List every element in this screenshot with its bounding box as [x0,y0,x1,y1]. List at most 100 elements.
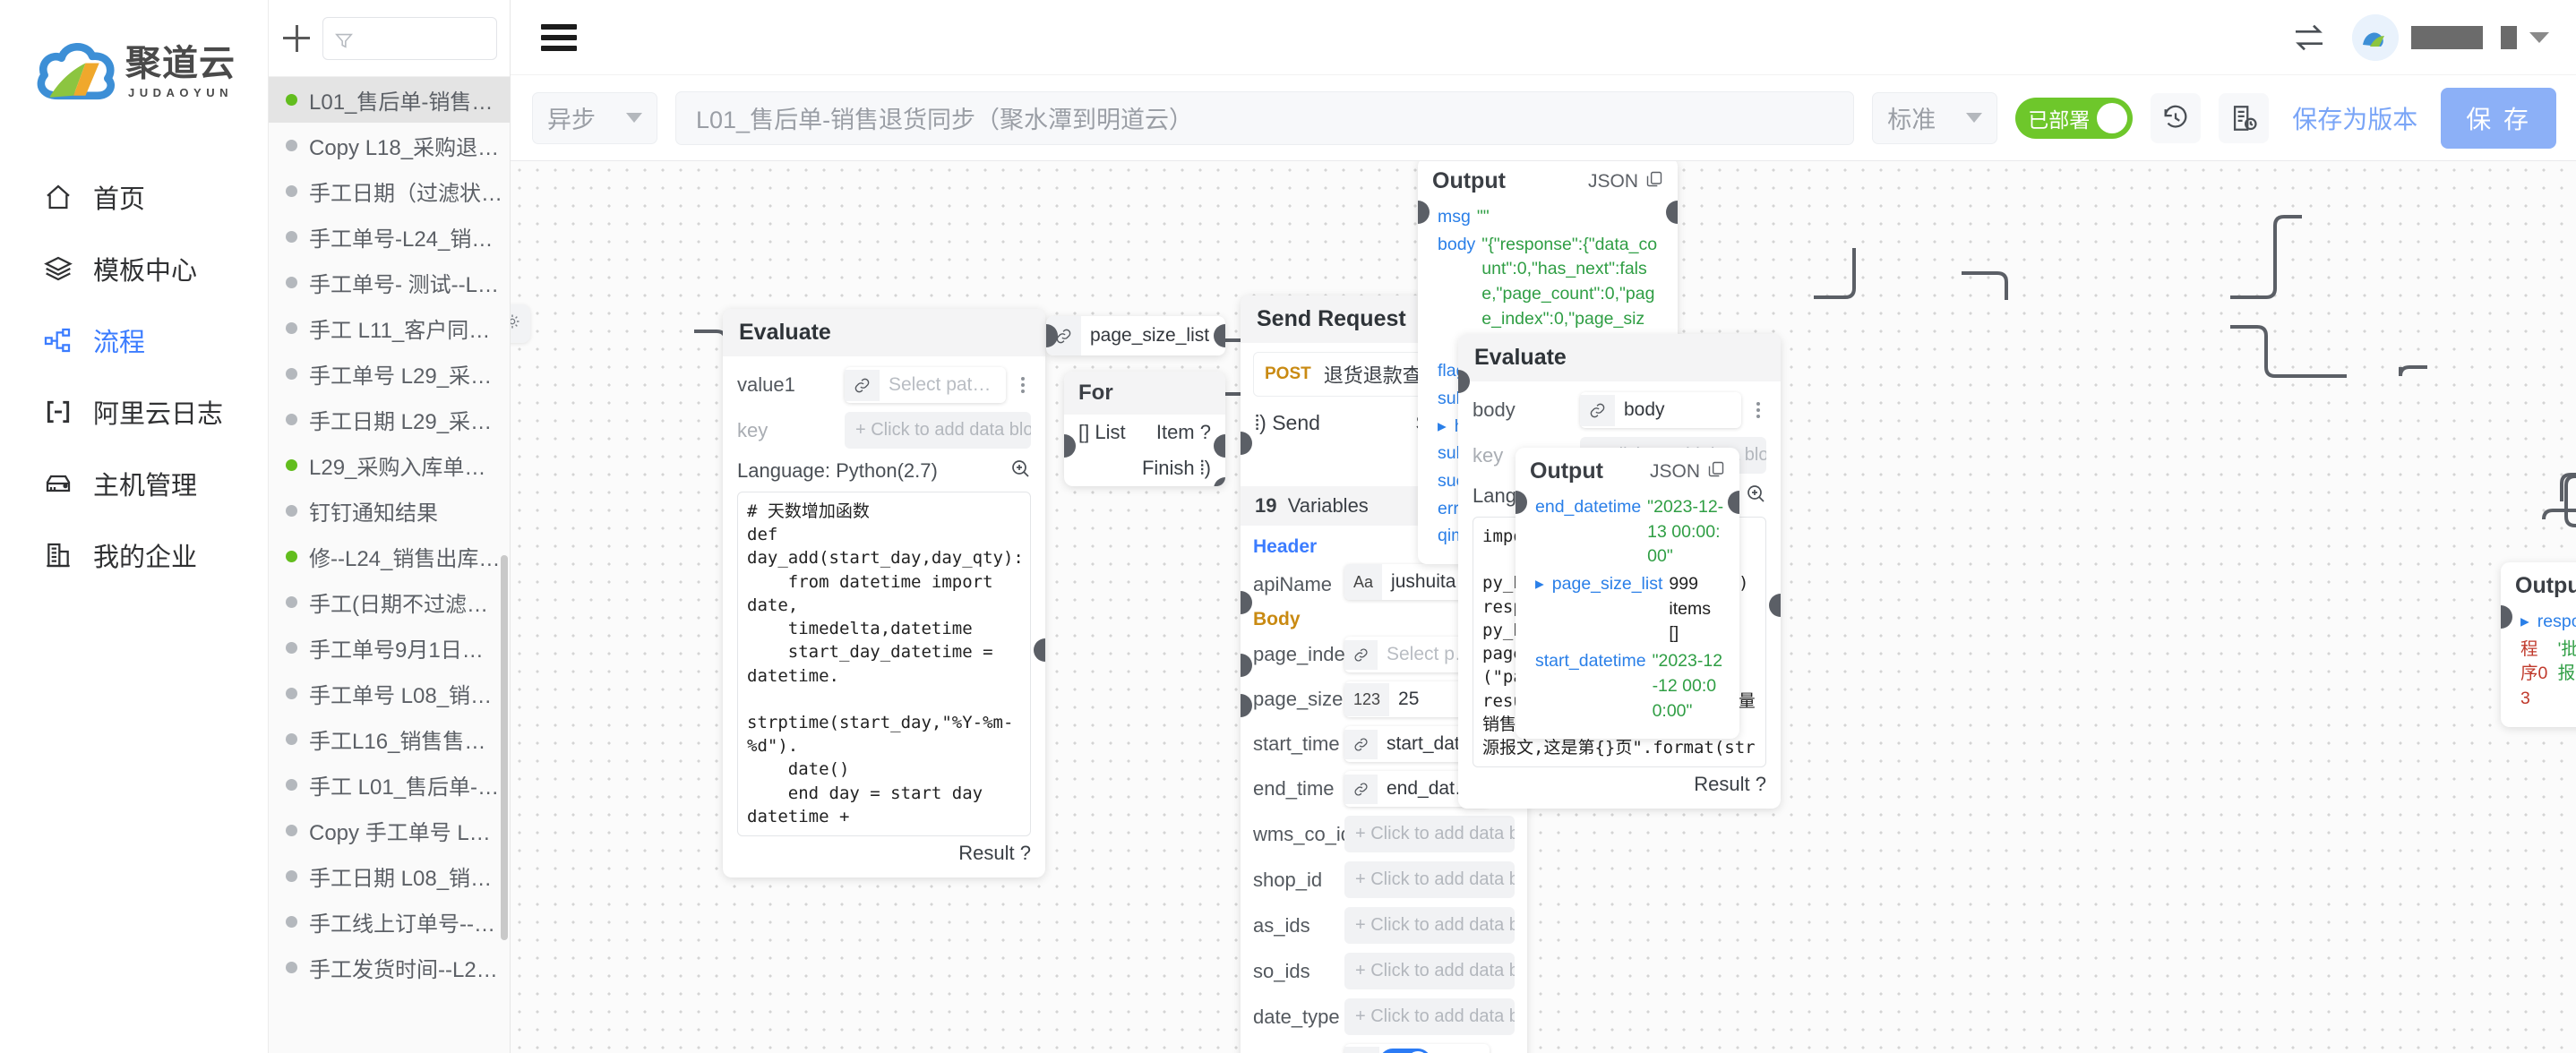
more-options-icon[interactable] [1750,402,1766,418]
json-value: "2023-12-13 00:00:00" [1647,497,1724,567]
flow-filter-input[interactable] [354,28,485,48]
expand-arrow-icon[interactable]: ▸ [1438,415,1447,440]
node-output-middle[interactable]: Output JSON end_datetime "2023-12-13 00:0… [1516,448,1739,740]
sidebar-item-template-center[interactable]: 模板中心 [0,233,268,304]
avatar [2352,13,2399,61]
save-version-button[interactable]: 保存为版本 [2287,100,2423,136]
add-data-blocks-button[interactable]: + Click to add data blocks [1344,816,1515,852]
code-editor-left[interactable]: # 天数增加函数 def day_add(start_day,day_qty):… [737,492,1031,837]
sidebar-item-flow[interactable]: 流程 [0,304,268,376]
flow-list-item[interactable]: Copy L18_采购退货单同步（… [269,123,510,168]
flow-canvas[interactable]: Evaluate value1 Select path... key + Cli… [511,161,2576,1053]
sidebar-item-my-enterprise[interactable]: 我的企业 [0,519,268,591]
flow-list-item[interactable]: Copy 手工单号 L29_采购入库… [269,808,510,853]
transfer-icon[interactable] [2289,18,2329,57]
flow-list-item-label: 钉钉通知结果 [309,501,438,526]
flow-list-item[interactable]: 手工单号9月1日之前- 测试--L1… [269,625,510,671]
flow-list[interactable]: L01_售后单-销售退货同步（聚… Copy L18_采购退货单同步（… 手工日期（… [269,77,510,1053]
flow-list-item[interactable]: 手工单号- 测试--L14_采购订单… [269,260,510,305]
flow-list-item-label: Copy L18_采购退货单同步（… [309,136,502,160]
json-key: page_size_list [1551,574,1663,595]
copy-icon[interactable] [1707,460,1725,484]
flow-list-item[interactable]: 手工(日期不过滤状态)- 测试--L… [269,579,510,625]
flow-list-item[interactable]: 手工日期（过滤状态）--L14_… [269,168,510,214]
add-data-blocks-button[interactable]: + Click to add data blocks [1344,861,1515,898]
flow-list-item[interactable]: 手工 L01_售后单-销售退货同… [269,762,510,808]
more-options-icon[interactable] [1015,377,1031,393]
hamburger-icon[interactable] [541,23,577,51]
flow-list-item[interactable]: 手工单号 L08_销售出库同步（… [269,671,510,716]
flow-list-item[interactable]: 手工L16_销售售后单（明道云… [269,716,510,762]
flow-filter-box[interactable] [322,16,497,60]
node-for-left[interactable]: For [] List Item ? Finish ⦙) [1064,372,1225,486]
node-evaluate-left[interactable]: Evaluate value1 Select path... key + Cli… [723,309,1045,878]
flow-list-item[interactable]: L01_售后单-销售退货同步（聚… [269,77,510,123]
node-title: For [1064,372,1225,415]
add-flow-button[interactable] [283,24,310,52]
is_get_total-field[interactable]: True [1344,1044,1490,1053]
zoom-in-icon[interactable] [1745,483,1766,509]
flow-list-item[interactable]: 手工日期 L08_销售出库同步（… [269,853,510,899]
home-icon [43,182,73,212]
is_get_total-toggle[interactable] [1379,1049,1431,1053]
sidebar-item-host-management[interactable]: 主机管理 [0,448,268,519]
for-item-label: Item ? [1155,421,1211,443]
flow-list-item-label: 手工 L01_售后单-销售退货同… [309,775,502,800]
status-dot [286,368,297,380]
status-dot [286,916,297,928]
send-label: ⦙) Send [1255,411,1320,434]
save-button[interactable]: 保 存 [2441,87,2556,149]
sidebar-item-label: 流程 [93,329,146,357]
node-stub-left[interactable] [511,304,530,343]
deploy-toggle[interactable]: 已部署 [2015,97,2134,139]
funnel-icon [334,29,354,48]
add-data-blocks-button[interactable]: + Click to add data blocks [1344,998,1515,1035]
flow-list-item[interactable]: 手工日期 L29_采购入库单同步… [269,397,510,442]
add-data-blocks-button[interactable]: + Click to add data blocks [845,412,1031,449]
body-field[interactable]: body [1580,392,1741,428]
field-label: end_time [1253,777,1335,800]
brand-logo[interactable]: 聚道云 JUDAOYUN [0,0,268,134]
for-list-label: [] List [1078,421,1126,443]
chevron-down-icon[interactable] [2529,31,2549,43]
flow-list-item[interactable]: 手工 L11_客户同步 （明道云… [269,305,510,351]
node-output-bottom[interactable]: Output JSON ▸response5 keys () 程序03'批量销售… [2501,562,2576,727]
flow-list-item-label: L29_采购入库单同步关联采购… [309,456,502,480]
flow-list-item[interactable]: 手工线上订单号--L24_销售出… [269,899,510,945]
flow-list-item[interactable]: 钉钉通知结果 [269,488,510,534]
app-root: 聚道云 JUDAOYUN 首页 模板中心 流程 阿里云日志 主机管理 我的企业 … [0,0,2576,1053]
history-icon[interactable] [2151,92,2202,143]
mode-select[interactable]: 异步 [532,91,657,144]
user-menu[interactable] [2352,13,2549,61]
field-label: date_type [1253,1005,1340,1028]
for-finish-label: Finish ⦙) [1141,457,1211,479]
status-dot [286,825,297,836]
flow-list-item[interactable]: 手工单号-L24_销售出库单（明… [269,214,510,260]
toggle-knob [2097,102,2128,133]
is_get_total-value: True [1431,1044,1487,1053]
language-select[interactable]: Language: Python(2.7) [737,459,938,483]
flow-list-panel: L01_售后单-销售退货同步（聚… Copy L18_采购退货单同步（… 手工日期（… [269,0,511,1053]
flow-title-input[interactable] [675,90,1855,145]
expand-arrow-icon[interactable]: ▸ [1535,572,1544,646]
add-data-blocks-button[interactable]: + Click to add data blocks [1344,953,1515,989]
log-icon[interactable] [2219,92,2270,143]
value1-field[interactable]: Select path... [845,367,1006,403]
flow-list-item[interactable]: L29_采购入库单同步关联采购… [269,442,510,488]
flow-list-item[interactable]: 手工单号 L29_采购入库单同步… [269,351,510,397]
level-select[interactable]: 标准 [1872,91,1998,144]
flow-list-item[interactable]: 修--L24_销售出库单（明道云… [269,534,510,579]
copy-icon[interactable] [1645,170,1663,193]
zoom-in-icon[interactable] [1009,458,1031,484]
flow-list-item[interactable]: 手工发货时间--L24_销售出库… [269,945,510,990]
add-data-blocks-button[interactable]: + Click to add data blocks [1344,907,1515,944]
value1-text: Select path... [889,374,999,395]
expand-arrow-icon[interactable]: ▸ [2520,610,2529,635]
flow-list-scrollbar[interactable] [501,555,508,940]
node-page-size-list[interactable]: page_size_list [1046,316,1225,355]
link-icon [1344,639,1378,670]
sidebar-item-aliyun-log[interactable]: 阿里云日志 [0,376,268,448]
flow-list-item-label: 手工发货时间--L24_销售出库… [309,958,502,982]
sidebar-item-home[interactable]: 首页 [0,161,268,233]
json-value: "" [1476,207,1490,227]
